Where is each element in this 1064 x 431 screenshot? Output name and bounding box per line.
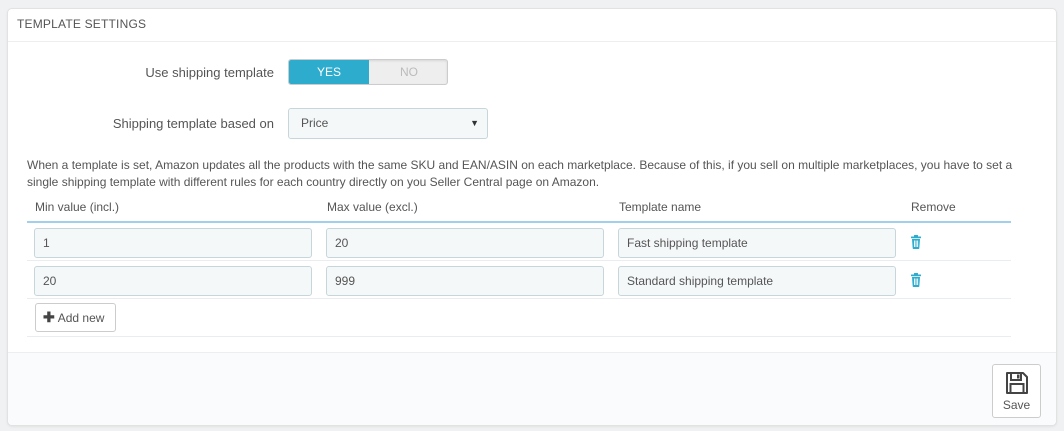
switch-yes-option[interactable]: YES <box>289 60 369 84</box>
min-value-input[interactable]: 1 <box>34 228 312 258</box>
based-on-label: Shipping template based on <box>112 116 274 131</box>
table-row: 20 999 Standard shipping template <box>27 261 1011 299</box>
table-header: Min value (incl.) Max value (excl.) Temp… <box>27 197 1011 223</box>
add-row: ✚ Add new <box>27 299 1011 337</box>
based-on-value: Price <box>301 116 329 130</box>
panel-footer: Save <box>8 352 1056 425</box>
plus-icon: ✚ <box>43 309 55 325</box>
shipping-rules-table: Min value (incl.) Max value (excl.) Temp… <box>27 197 1011 337</box>
template-name-input[interactable]: Fast shipping template <box>618 228 896 258</box>
max-value-input[interactable]: 20 <box>326 228 604 258</box>
header-min-value: Min value (incl.) <box>35 200 120 214</box>
header-max-value: Max value (excl.) <box>327 200 418 214</box>
max-value-input[interactable]: 999 <box>326 266 604 296</box>
trash-icon[interactable] <box>909 235 923 249</box>
floppy-disk-icon <box>1005 372 1028 394</box>
caret-down-icon: ▼ <box>470 118 479 128</box>
add-new-label: Add new <box>57 311 105 325</box>
switch-no-option[interactable]: NO <box>369 60 447 84</box>
save-label: Save <box>1002 398 1031 412</box>
use-template-label: Use shipping template <box>145 65 274 80</box>
header-remove: Remove <box>911 200 956 214</box>
min-value-input[interactable]: 20 <box>34 266 312 296</box>
trash-icon[interactable] <box>909 273 923 287</box>
header-template-name: Template name <box>619 200 702 214</box>
panel-title: TEMPLATE SETTINGS <box>8 9 1056 42</box>
marketplace-notice: When a template is set, Amazon updates a… <box>27 158 1013 189</box>
based-on-select[interactable]: Price ▼ <box>288 108 488 139</box>
add-new-button[interactable]: ✚ Add new <box>35 303 116 332</box>
template-settings-panel: TEMPLATE SETTINGS Use shipping template … <box>7 8 1057 426</box>
save-button[interactable]: Save <box>992 364 1041 418</box>
table-row: 1 20 Fast shipping template <box>27 223 1011 261</box>
template-name-input[interactable]: Standard shipping template <box>618 266 896 296</box>
use-template-switch[interactable]: YES NO <box>288 59 448 85</box>
